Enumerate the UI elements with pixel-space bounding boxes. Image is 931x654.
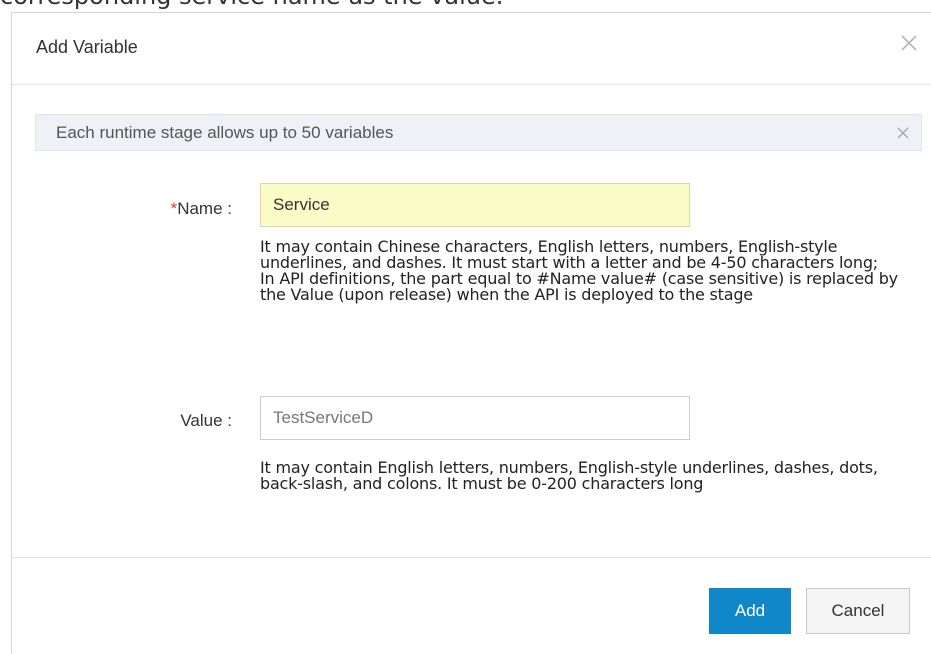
- background-partial-text: corresponding service name as the value.: [0, 0, 503, 10]
- close-icon[interactable]: [897, 31, 921, 55]
- name-help-text: It may contain Chinese characters, Engli…: [260, 239, 910, 303]
- cancel-button[interactable]: Cancel: [806, 588, 910, 634]
- add-variable-dialog: Add Variable Each runtime stage allows u…: [11, 12, 931, 654]
- name-label-text: Name :: [177, 199, 232, 218]
- dialog-title: Add Variable: [36, 37, 138, 57]
- name-help-line: It may contain Chinese characters, Engli…: [260, 237, 878, 272]
- info-bar: Each runtime stage allows up to 50 varia…: [35, 114, 922, 151]
- name-input[interactable]: [260, 183, 690, 227]
- name-label: *Name :: [132, 199, 232, 219]
- value-label: Value :: [180, 411, 232, 430]
- add-button[interactable]: Add: [709, 588, 791, 634]
- footer-divider: [12, 557, 931, 558]
- value-help-line: It may contain English letters, numbers,…: [260, 458, 878, 493]
- info-close-icon[interactable]: [895, 125, 911, 141]
- value-help-text: It may contain English letters, numbers,…: [260, 460, 910, 492]
- value-input[interactable]: [260, 396, 690, 440]
- dialog-header: Add Variable: [12, 13, 931, 85]
- name-help-line: In API definitions, the part equal to #N…: [260, 269, 898, 304]
- info-message: Each runtime stage allows up to 50 varia…: [56, 123, 394, 142]
